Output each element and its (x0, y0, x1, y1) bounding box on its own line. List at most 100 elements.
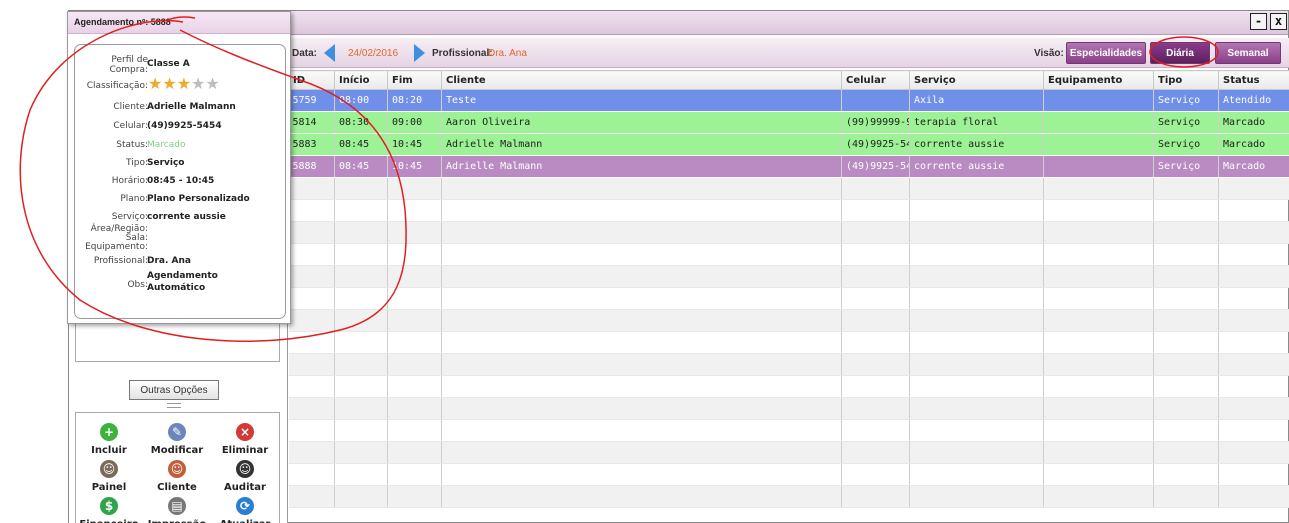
empty-row[interactable] (288, 441, 1289, 464)
empty-cell (1043, 375, 1154, 398)
empty-row[interactable] (288, 287, 1289, 310)
cell-equipamento (1043, 89, 1154, 112)
empty-cell (841, 419, 910, 442)
cell-id: 5888 (288, 155, 335, 178)
minimize-button[interactable]: - (1250, 13, 1267, 30)
cliente-button[interactable]: ☺ Cliente (144, 460, 210, 493)
cell-cliente: Teste (441, 89, 842, 112)
empty-cell (909, 331, 1044, 354)
close-button[interactable]: x (1270, 13, 1287, 30)
action-label: Financeiro (79, 519, 138, 523)
empty-cell (841, 243, 910, 266)
appointment-row[interactable]: 5814 08:30 09:00 Aaron Oliveira (99)99999-9 t… (288, 111, 1289, 134)
empty-cell (841, 397, 910, 420)
empty-cell (909, 199, 1044, 222)
column-header[interactable]: Tipo (1153, 70, 1219, 90)
eliminar-button[interactable]: × Eliminar (212, 423, 278, 456)
cell-status: Atendido (1218, 89, 1289, 112)
empty-row[interactable] (288, 265, 1289, 288)
cell-status: Marcado (1218, 155, 1289, 178)
empty-cell (1153, 265, 1219, 288)
empty-row[interactable] (288, 243, 1289, 266)
atualizar-button[interactable]: ⟳ Atualizar (212, 497, 278, 523)
incluir-button[interactable]: + Incluir (76, 423, 142, 456)
view-semanal-button[interactable]: Semanal (1215, 42, 1281, 64)
empty-cell (441, 397, 842, 420)
audit-person-icon: ☺ (236, 460, 254, 478)
empty-cell (1043, 331, 1154, 354)
delete-icon: × (236, 423, 254, 441)
appointment-row[interactable]: 5888 08:45 10:45 Adrielle Malmann (49)9925-5… (288, 155, 1289, 178)
view-especialidades-button[interactable]: Especialidades (1066, 42, 1146, 64)
empty-cell (1043, 441, 1154, 464)
impressão-button[interactable]: ▤ Impressão (144, 497, 210, 523)
appointment-details-popup: Agendamento nº: 5888 Perfil de Compra: C… (67, 11, 291, 324)
appointment-row[interactable]: 5883 08:45 10:45 Adrielle Malmann (49)9925-5… (288, 133, 1289, 156)
column-header[interactable]: Início (334, 70, 388, 90)
empty-cell (441, 221, 842, 244)
empty-cell (909, 441, 1044, 464)
modificar-button[interactable]: ✎ Modificar (144, 423, 210, 456)
cell-fim: 09:00 (387, 111, 442, 134)
auditar-button[interactable]: ☺ Auditar (212, 460, 278, 493)
star-icon: ★ (205, 74, 220, 93)
empty-cell (1043, 463, 1154, 486)
column-header[interactable]: Celular (841, 70, 910, 90)
empty-row[interactable] (288, 199, 1289, 222)
appointment-row[interactable]: 5759 08:00 08:20 Teste Axila Serviço Atendido (288, 89, 1289, 112)
empty-cell (1153, 485, 1219, 508)
professional-value[interactable]: Dra. Ana (488, 48, 527, 59)
date-value[interactable]: 24/02/2016 (348, 48, 398, 59)
cell-equipamento (1043, 111, 1154, 134)
action-label: Impressão (148, 519, 207, 523)
empty-row[interactable] (288, 397, 1289, 420)
empty-row[interactable] (288, 331, 1289, 354)
empty-cell (1218, 287, 1289, 310)
more-options-button[interactable]: Outras Opções (129, 380, 219, 400)
cell-servico: corrente aussie (909, 155, 1044, 178)
empty-cell (1153, 419, 1219, 442)
column-header[interactable]: ID (288, 70, 335, 90)
empty-row[interactable] (288, 375, 1289, 398)
empty-cell (441, 265, 842, 288)
empty-row[interactable] (288, 353, 1289, 376)
panel-resize-grip[interactable] (167, 403, 181, 408)
popup-title: Agendamento nº: 5888 (68, 12, 290, 34)
view-label: Visão: (1034, 48, 1064, 59)
empty-cell (441, 177, 842, 200)
empty-cell (288, 353, 335, 376)
column-header[interactable]: Equipamento (1043, 70, 1154, 90)
action-label: Modificar (150, 445, 204, 456)
empty-row[interactable] (288, 309, 1289, 332)
cell-id: 5759 (288, 89, 335, 112)
empty-cell (387, 199, 442, 222)
appointments-grid: ID Início Fim Cliente Celular Serviço Equipame… (287, 70, 1289, 523)
schedule-toolbar: Data: 24/02/2016 Profissional: Dra. Ana … (287, 38, 1289, 68)
empty-cell (841, 331, 910, 354)
empty-cell (841, 463, 910, 486)
empty-row[interactable] (288, 177, 1289, 200)
column-header[interactable]: Status (1218, 70, 1289, 90)
empty-cell (841, 441, 910, 464)
empty-cell (288, 419, 335, 442)
empty-cell (1153, 463, 1219, 486)
empty-cell (1043, 419, 1154, 442)
column-header[interactable]: Fim (387, 70, 442, 90)
column-header[interactable]: Serviço (909, 70, 1044, 90)
empty-row[interactable] (288, 485, 1289, 508)
empty-row[interactable] (288, 419, 1289, 442)
painel-button[interactable]: ☺ Painel (76, 460, 142, 493)
empty-cell (1218, 265, 1289, 288)
tipo-value: Serviço (147, 158, 185, 168)
view-diaria-button[interactable]: Diária (1150, 42, 1210, 64)
column-header[interactable]: Cliente (441, 70, 842, 90)
financeiro-button[interactable]: $ Financeiro (76, 497, 142, 523)
cliente-label: Cliente: (113, 102, 148, 112)
rating-stars: ★★★★★ (148, 76, 220, 92)
empty-cell (441, 309, 842, 332)
empty-cell (441, 331, 842, 354)
next-day-arrow-icon[interactable] (414, 44, 425, 62)
empty-row[interactable] (288, 221, 1289, 244)
empty-row[interactable] (288, 463, 1289, 486)
prev-day-arrow-icon[interactable] (324, 44, 335, 62)
